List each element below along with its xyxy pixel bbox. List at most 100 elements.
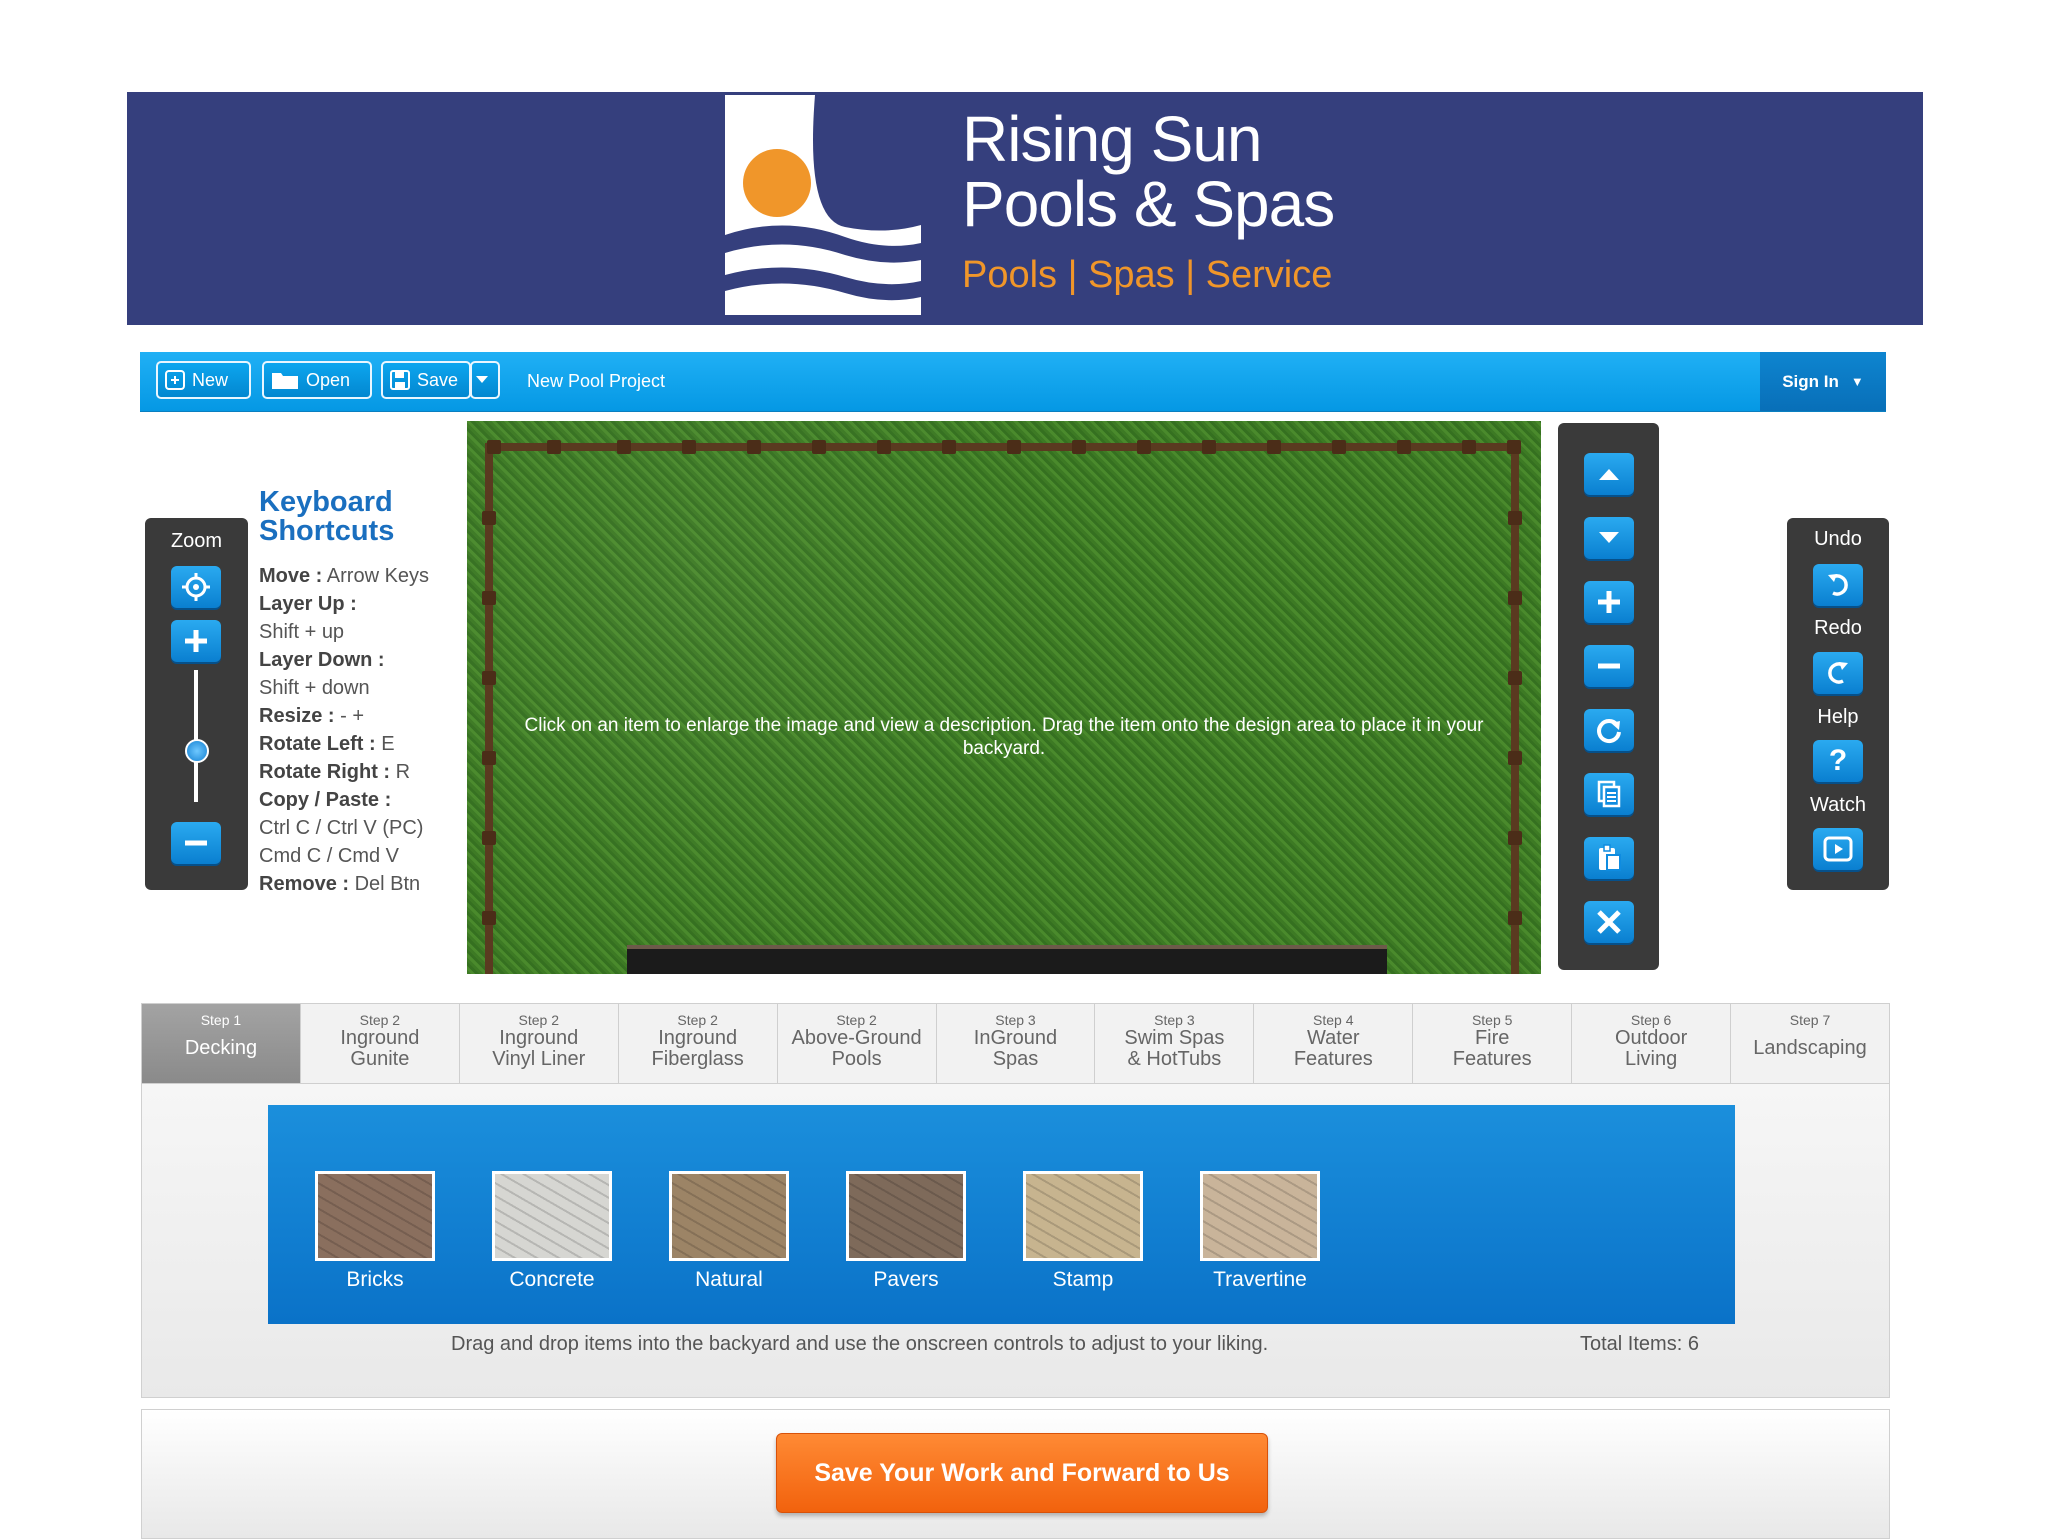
fence-post — [1072, 440, 1086, 454]
step-tab[interactable]: Step 7 Landscaping — [1731, 1004, 1889, 1083]
paste-button[interactable] — [1584, 837, 1634, 879]
object-tools-panel — [1558, 423, 1659, 970]
fence-post — [482, 591, 496, 605]
step-number: Step 7 — [1789, 1012, 1831, 1028]
step-tab[interactable]: Step 4 Water Features — [1254, 1004, 1414, 1083]
decking-item[interactable]: Concrete — [492, 1171, 612, 1292]
items-gallery: Bricks Concrete Natural Pavers Stamp Traverti… — [268, 1105, 1735, 1324]
item-thumbnail[interactable] — [492, 1171, 612, 1261]
zoom-out-button[interactable] — [171, 822, 221, 864]
decking-item[interactable]: Bricks — [315, 1171, 435, 1292]
decking-item[interactable]: Stamp — [1023, 1171, 1143, 1292]
shrink-button[interactable] — [1584, 645, 1634, 687]
keyboard-shortcuts: Keyboard Shortcuts Move : Arrow Keys Lay… — [259, 488, 459, 898]
step-tab[interactable]: Step 5 Fire Features — [1413, 1004, 1573, 1083]
step-number: Step 3 — [1154, 1012, 1195, 1028]
shortcut-value: R — [395, 761, 411, 783]
item-thumbnail[interactable] — [1023, 1171, 1143, 1261]
redo-icon — [1828, 662, 1848, 684]
shortcut-remove: Remove : Del Btn — [259, 870, 459, 898]
zoom-slider-handle[interactable] — [185, 739, 209, 764]
watch-label: Watch — [1810, 794, 1866, 816]
shortcut-rotate-right: Rotate Right : R — [259, 758, 459, 786]
plus-icon — [185, 630, 207, 652]
zoom-slider[interactable] — [194, 670, 198, 802]
fence-post — [1508, 511, 1522, 525]
fence-post — [1462, 440, 1476, 454]
step-name: Inground Fiberglass — [651, 1027, 744, 1070]
zoom-in-button[interactable] — [171, 620, 221, 662]
rotate-button[interactable] — [1584, 709, 1634, 751]
step-name: Water Features — [1293, 1027, 1373, 1070]
plus-icon — [1598, 591, 1620, 613]
copy-button[interactable] — [1584, 773, 1634, 815]
sign-in-menu[interactable]: Sign In ▼ — [1760, 352, 1886, 411]
shortcut-value: Shift + up — [259, 621, 345, 643]
fence-post — [1137, 440, 1151, 454]
copy-icon — [1597, 780, 1621, 808]
fence-post — [877, 440, 891, 454]
decking-item[interactable]: Travertine — [1200, 1171, 1320, 1292]
shortcuts-title: Keyboard Shortcuts — [259, 486, 395, 547]
open-button[interactable]: Open — [262, 361, 372, 399]
watch-button[interactable] — [1813, 828, 1863, 870]
item-thumbnail[interactable] — [315, 1171, 435, 1261]
save-and-forward-button[interactable]: Save Your Work and Forward to Us — [776, 1433, 1268, 1513]
shortcut-key: Remove : — [259, 873, 350, 895]
item-label: Travertine — [1213, 1268, 1307, 1291]
decking-item[interactable]: Natural — [669, 1171, 789, 1292]
redo-button[interactable] — [1813, 652, 1863, 694]
move-up-button[interactable] — [1584, 453, 1634, 495]
paste-icon — [1599, 844, 1621, 871]
fence-post — [1332, 440, 1346, 454]
new-button-label: New — [192, 369, 229, 390]
caret-down-icon — [476, 376, 488, 383]
step-name: Outdoor Living — [1614, 1027, 1688, 1070]
help-button[interactable]: ? — [1813, 740, 1863, 782]
fence-post — [1508, 751, 1522, 765]
design-canvas[interactable]: Click on an item to enlarge the image an… — [467, 421, 1541, 974]
undo-button[interactable] — [1813, 564, 1863, 606]
fence-post — [1397, 440, 1411, 454]
item-thumbnail[interactable] — [846, 1171, 966, 1261]
shortcut-key: Rotate Left : — [259, 733, 376, 755]
step-name: Fire Features — [1452, 1027, 1532, 1070]
shortcut-value: Cmd C / Cmd V — [259, 845, 400, 867]
fence-post — [482, 911, 496, 925]
fence-post — [487, 440, 501, 454]
move-down-button[interactable] — [1584, 517, 1634, 559]
step-tab[interactable]: Step 3 Swim Spas & HotTubs — [1095, 1004, 1255, 1083]
step-tab[interactable]: Step 3 InGround Spas — [937, 1004, 1096, 1083]
step-name: Decking — [184, 1037, 258, 1059]
step-tab[interactable]: Step 2 Inground Fiberglass — [619, 1004, 778, 1083]
item-label: Concrete — [509, 1268, 595, 1291]
step-tab[interactable]: Step 2 Above-Ground Pools — [778, 1004, 937, 1083]
enlarge-button[interactable] — [1584, 581, 1634, 623]
fence-post — [1508, 911, 1522, 925]
step-tab[interactable]: Step 2 Inground Vinyl Liner — [460, 1004, 619, 1083]
save-options-dropdown[interactable] — [470, 361, 500, 399]
fence-post — [482, 831, 496, 845]
zoom-reset-button[interactable] — [171, 566, 221, 608]
step-tab[interactable]: Step 2 Inground Gunite — [301, 1004, 460, 1083]
new-document-icon — [165, 370, 185, 390]
undo-label: Undo — [1814, 528, 1862, 550]
save-button[interactable]: Save — [381, 361, 471, 399]
shortcut-key: Layer Down : — [259, 649, 385, 671]
step-name: Swim Spas & HotTubs — [1124, 1027, 1225, 1070]
decking-item[interactable]: Pavers — [846, 1171, 966, 1292]
help-label: Help — [1817, 706, 1859, 728]
step-name: InGround Spas — [973, 1027, 1058, 1070]
step-tab[interactable]: Step 1 Decking — [142, 1004, 301, 1083]
step-tab[interactable]: Step 6 Outdoor Living — [1572, 1004, 1732, 1083]
item-thumbnail[interactable] — [1200, 1171, 1320, 1261]
item-thumbnail[interactable] — [669, 1171, 789, 1261]
step-number: Step 2 — [359, 1012, 401, 1028]
delete-button[interactable] — [1584, 901, 1634, 943]
rising-sun-logo-icon — [725, 95, 921, 315]
item-label: Stamp — [1052, 1268, 1114, 1291]
shortcut-resize: Resize : - + — [259, 702, 459, 730]
step-number: Step 3 — [995, 1012, 1036, 1028]
new-button[interactable]: New — [156, 361, 251, 399]
project-title: New Pool Project — [527, 371, 666, 391]
